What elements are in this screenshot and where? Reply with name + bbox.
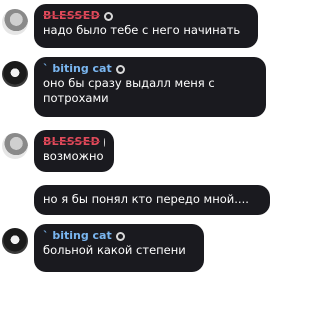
message-text-line: потрохами	[43, 91, 109, 105]
author-label[interactable]: BLESSED	[43, 9, 100, 23]
avatar-badge-icon	[115, 64, 125, 74]
message-text: больной какой степени	[43, 243, 186, 257]
avatar-badge-icon	[115, 231, 125, 241]
message-bubble[interactable]: ` biting cat оно бы сразу выдалл меня с …	[34, 57, 266, 117]
message-text-line: оно бы сразу выдалл меня с	[43, 76, 215, 90]
message-text: но я бы понял кто передо мной....	[43, 192, 249, 206]
message-bubble[interactable]: BLESSED возможно	[34, 130, 114, 172]
message-bubble[interactable]: ` biting cat больной какой степени	[34, 224, 204, 272]
user-avatar[interactable]	[2, 133, 28, 159]
avatar-badge-icon	[104, 137, 111, 147]
message-bubble[interactable]: BLESSED надо было тебе с него начинать	[34, 4, 258, 48]
avatar-badge-icon	[104, 11, 114, 21]
author-name[interactable]: BLESSED	[43, 135, 111, 149]
author-name[interactable]: ` biting cat	[43, 229, 195, 243]
author-label[interactable]: BLESSED	[43, 135, 100, 149]
author-label[interactable]: ` biting cat	[43, 229, 112, 243]
author-label[interactable]: ` biting cat	[43, 62, 112, 76]
user-avatar[interactable]	[2, 228, 28, 254]
message-bubble[interactable]: но я бы понял кто передо мной....	[34, 185, 270, 215]
author-name[interactable]: BLESSED	[43, 9, 249, 23]
message-text: надо было тебе с него начинать	[43, 23, 241, 37]
message-text: возможно	[43, 149, 104, 163]
author-name[interactable]: ` biting cat	[43, 62, 257, 76]
user-avatar[interactable]	[2, 61, 28, 87]
user-avatar[interactable]	[2, 9, 28, 35]
